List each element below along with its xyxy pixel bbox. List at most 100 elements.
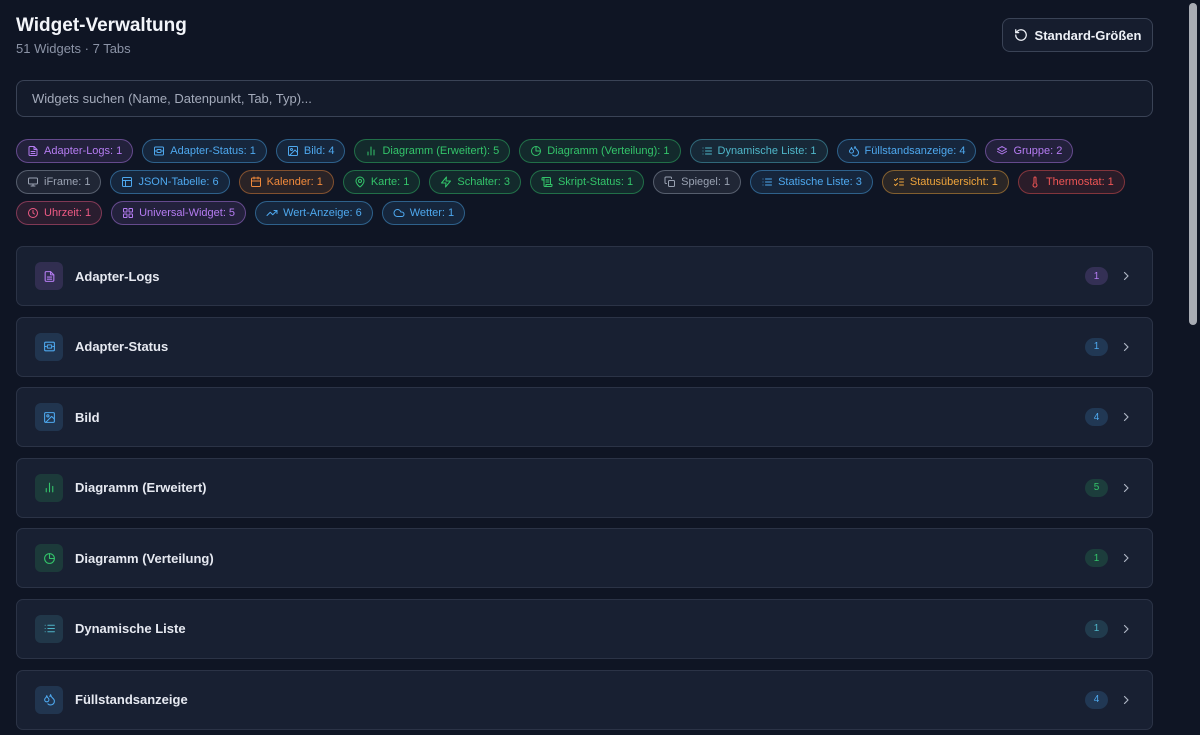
pie-chart-icon [43, 552, 55, 564]
chevron-right-icon[interactable] [1120, 482, 1132, 494]
filter-chip-label: JSON-Tabelle: 6 [138, 176, 219, 188]
image-icon [287, 146, 298, 156]
chevron-right-icon[interactable] [1120, 341, 1132, 353]
filter-chip-label: Universal-Widget: 5 [139, 207, 236, 219]
filter-chip-label: Karte: 1 [370, 176, 410, 188]
filter-chip-layers[interactable]: Gruppe: 2 [985, 139, 1074, 163]
group-icon-box [35, 403, 63, 432]
chevron-right-icon[interactable] [1120, 694, 1132, 706]
filter-chip-label: Diagramm (Erweitert): 5 [382, 145, 500, 157]
server-icon [43, 341, 55, 352]
monitor-icon [28, 177, 38, 187]
filter-chip-label: Thermostat: 1 [1045, 176, 1114, 188]
filter-chip-label: Adapter-Status: 1 [170, 145, 256, 157]
filter-chip-calendar[interactable]: Kalender: 1 [238, 170, 334, 194]
filter-chip-file-text[interactable]: Adapter-Logs: 1 [16, 139, 134, 163]
copy-icon [664, 176, 676, 187]
search-input[interactable] [32, 91, 1152, 106]
filter-chip-cloud[interactable]: Wetter: 1 [381, 201, 466, 225]
group-icon-box [35, 685, 63, 714]
group-icon-box [35, 332, 63, 361]
filter-chip-label: Wert-Anzeige: 6 [283, 207, 362, 219]
filter-chip-label: Spiegel: 1 [681, 176, 731, 188]
filter-chip-list[interactable]: Statische Liste: 3 [750, 170, 873, 194]
filter-chip-zap[interactable]: Schalter: 3 [429, 170, 521, 194]
filter-chip-label: Bild: 4 [303, 145, 335, 157]
group-count-badge: 1 [1085, 549, 1108, 568]
chevron-right-icon[interactable] [1120, 623, 1132, 635]
filter-chip-image[interactable]: Bild: 4 [275, 139, 346, 163]
group-count-badge: 5 [1085, 478, 1108, 497]
calendar-icon [250, 176, 261, 187]
filter-chip-server[interactable]: Adapter-Status: 1 [142, 139, 267, 163]
filter-chip-thermometer[interactable]: Thermostat: 1 [1017, 170, 1125, 194]
widget-group-row[interactable]: Bild 4 [16, 387, 1153, 448]
bar-chart-icon [367, 146, 375, 156]
filter-chip-label: iFrame: 1 [44, 176, 91, 188]
reset-sizes-button[interactable]: Standard-Größen [1002, 18, 1153, 52]
search-box [16, 80, 1153, 117]
layers-icon [997, 146, 1008, 155]
filter-chip-grid[interactable]: Universal-Widget: 5 [111, 201, 247, 225]
filter-chip-scroll[interactable]: Skript-Status: 1 [529, 170, 645, 194]
filter-chip-list[interactable]: Dynamische Liste: 1 [689, 139, 828, 163]
thermometer-icon [1032, 176, 1038, 188]
widget-group-row[interactable]: Adapter-Logs 1 [16, 246, 1153, 306]
bar-chart-icon [45, 482, 53, 493]
filter-chip-label: Kalender: 1 [266, 176, 323, 188]
map-pin-icon [355, 176, 365, 188]
pie-chart-icon [531, 146, 542, 156]
group-count-badge: 4 [1085, 408, 1108, 427]
rotate-ccw-icon [1014, 29, 1027, 41]
droplets-icon [43, 694, 55, 706]
chevron-right-icon[interactable] [1120, 411, 1132, 423]
widget-group-row[interactable]: Diagramm (Verteilung) 1 [16, 528, 1153, 589]
server-icon [154, 146, 165, 156]
grid-icon [123, 208, 134, 218]
group-icon-box [35, 473, 63, 502]
clock-icon [28, 208, 38, 218]
widget-group-row[interactable]: Adapter-Status 1 [16, 316, 1153, 377]
filter-chip-droplets[interactable]: Füllstandsanzeige: 4 [836, 139, 977, 163]
widget-group-row[interactable]: Füllstandsanzeige 4 [16, 669, 1153, 730]
filter-chip-trending-up[interactable]: Wert-Anzeige: 6 [255, 201, 373, 225]
filter-chip-label: Statische Liste: 3 [778, 176, 862, 188]
filter-chip-label: Dynamische Liste: 1 [717, 145, 817, 157]
scrollbar-thumb[interactable] [1189, 3, 1197, 325]
file-text-icon [28, 146, 38, 156]
filter-chip-label: Uhrzeit: 1 [44, 207, 92, 219]
filter-chip-label: Füllstandsanzeige: 4 [864, 145, 966, 157]
filter-chip-copy[interactable]: Spiegel: 1 [653, 170, 742, 194]
filter-chip-bar-chart[interactable]: Diagramm (Erweitert): 5 [354, 139, 511, 163]
filter-chip-pie-chart[interactable]: Diagramm (Verteilung): 1 [519, 139, 681, 163]
droplets-icon [848, 146, 859, 157]
filter-chip-clock[interactable]: Uhrzeit: 1 [16, 201, 103, 225]
list-icon [762, 178, 773, 186]
widget-group-row[interactable]: Dynamische Liste 1 [16, 598, 1153, 659]
filter-chip-map-pin[interactable]: Karte: 1 [342, 170, 421, 194]
group-icon-box [35, 262, 63, 290]
filter-chip-monitor[interactable]: iFrame: 1 [16, 170, 102, 194]
scroll-icon [541, 177, 553, 187]
filter-chip-label: Skript-Status: 1 [557, 176, 634, 188]
filter-chip-table[interactable]: JSON-Tabelle: 6 [110, 170, 230, 194]
chevron-right-icon[interactable] [1120, 552, 1132, 564]
filter-chip-label: Diagramm (Verteilung): 1 [547, 145, 670, 157]
table-icon [122, 177, 133, 187]
group-icon-box [35, 544, 63, 573]
chevron-right-icon[interactable] [1120, 270, 1132, 282]
widget-group-row[interactable]: Diagramm (Erweitert) 5 [16, 457, 1153, 518]
scrollbar[interactable] [1186, 0, 1200, 735]
filter-chip-label: Gruppe: 2 [1013, 145, 1063, 157]
chip-row: iFrame: 1 JSON-Tabelle: 6 Kalender: 1 Karte… [16, 170, 1156, 194]
zap-icon [441, 176, 452, 188]
group-label: Dynamische Liste [75, 621, 186, 637]
widget-group-list: Adapter-Logs 1 Adapter-Status 1 Bild 4 Diagram… [16, 246, 1153, 735]
widget-management-page: Widget-Verwaltung 51 Widgets · 7 Tabs St… [16, 0, 1153, 730]
image-icon [43, 411, 55, 423]
filter-chip-list-checks[interactable]: Statusübersicht: 1 [881, 170, 1009, 194]
group-label: Adapter-Status [75, 339, 169, 355]
page-title: Widget-Verwaltung [16, 15, 187, 36]
group-label: Diagramm (Verteilung) [75, 550, 214, 566]
group-icon-box [35, 614, 63, 643]
